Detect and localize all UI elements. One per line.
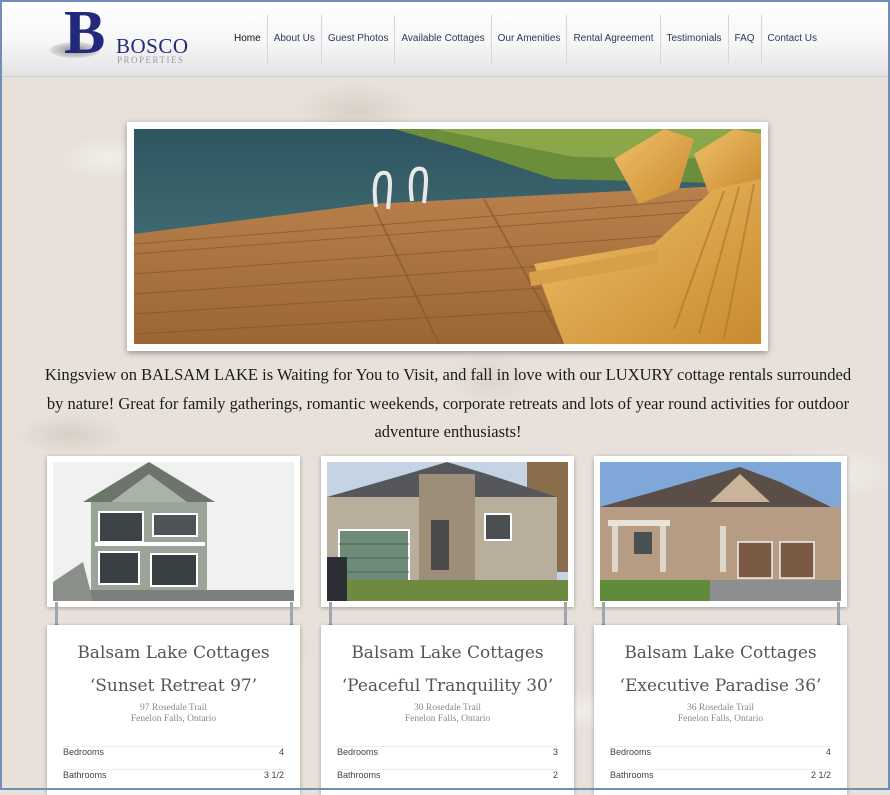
cottage-name[interactable]: ‘Executive Paradise 36’ (594, 676, 847, 696)
bedrooms-row: Bedrooms 3 (337, 746, 558, 763)
hero-image-frame (127, 122, 768, 351)
nav-testimonials[interactable]: Testimonials (659, 15, 728, 63)
bedrooms-row: Bedrooms 4 (63, 746, 284, 763)
nav-home[interactable]: Home (228, 15, 267, 63)
nav-available-cottages[interactable]: Available Cottages (394, 15, 490, 63)
nav-about-us[interactable]: About Us (266, 15, 321, 63)
bathrooms-row: Bathrooms 3 1/2 (63, 769, 284, 786)
cottage-city: Fenelon Falls, Ontario (404, 714, 491, 724)
logo-letter: B (64, 0, 106, 67)
cottage-address: 36 Rosedale Trail (686, 703, 755, 713)
cottage-city: Fenelon Falls, Ontario (677, 714, 764, 724)
cottage-card-executive-paradise[interactable]: Balsam Lake Cottages ‘Executive Paradise… (594, 625, 847, 795)
cottage-address: 97 Rosedale Trail (139, 703, 208, 713)
house-image (53, 462, 294, 601)
nav-our-amenities[interactable]: Our Amenities (490, 15, 567, 63)
cottage-group-title: Balsam Lake Cottages (624, 643, 817, 663)
bathrooms-row: Bathrooms 2 1/2 (610, 769, 831, 786)
main-nav: Home About Us Guest Photos Available Cot… (228, 2, 823, 76)
intro-text: Kingsview on BALSAM LAKE is Waiting for … (44, 365, 852, 441)
nav-faq[interactable]: FAQ (727, 15, 761, 63)
cottage-card-sunset-retreat[interactable]: Balsam Lake Cottages ‘Sunset Retreat 97’… (47, 625, 300, 795)
house-image (600, 462, 841, 601)
house-image (327, 462, 568, 601)
cottage-group-title: Balsam Lake Cottages (351, 643, 544, 663)
cottage-photo-executive-paradise[interactable] (594, 456, 847, 607)
cottage-city: Fenelon Falls, Ontario (130, 714, 217, 724)
nav-rental-agreement[interactable]: Rental Agreement (566, 15, 659, 63)
dock-photo (134, 129, 761, 344)
bedrooms-row: Bedrooms 4 (610, 746, 831, 763)
bosco-logo[interactable]: B BOSCO PROPERTIES (50, 2, 190, 70)
site-header: B BOSCO PROPERTIES Home About Us Guest P… (2, 2, 888, 77)
cottage-name[interactable]: ‘Peaceful Tranquility 30’ (321, 676, 574, 696)
cottage-photo-peaceful-tranquility[interactable] (321, 456, 574, 607)
cottage-photo-sunset-retreat[interactable] (47, 456, 300, 607)
logo-subtitle: PROPERTIES (117, 55, 185, 65)
cottage-group-title: Balsam Lake Cottages (77, 643, 270, 663)
cottage-card-peaceful-tranquility[interactable]: Balsam Lake Cottages ‘Peaceful Tranquili… (321, 625, 574, 795)
bathrooms-row: Bathrooms 2 (337, 769, 558, 786)
cottage-name[interactable]: ‘Sunset Retreat 97’ (47, 676, 300, 696)
cottage-address: 30 Rosedale Trail (413, 703, 482, 713)
nav-guest-photos[interactable]: Guest Photos (320, 15, 395, 63)
nav-contact-us[interactable]: Contact Us (760, 15, 823, 63)
